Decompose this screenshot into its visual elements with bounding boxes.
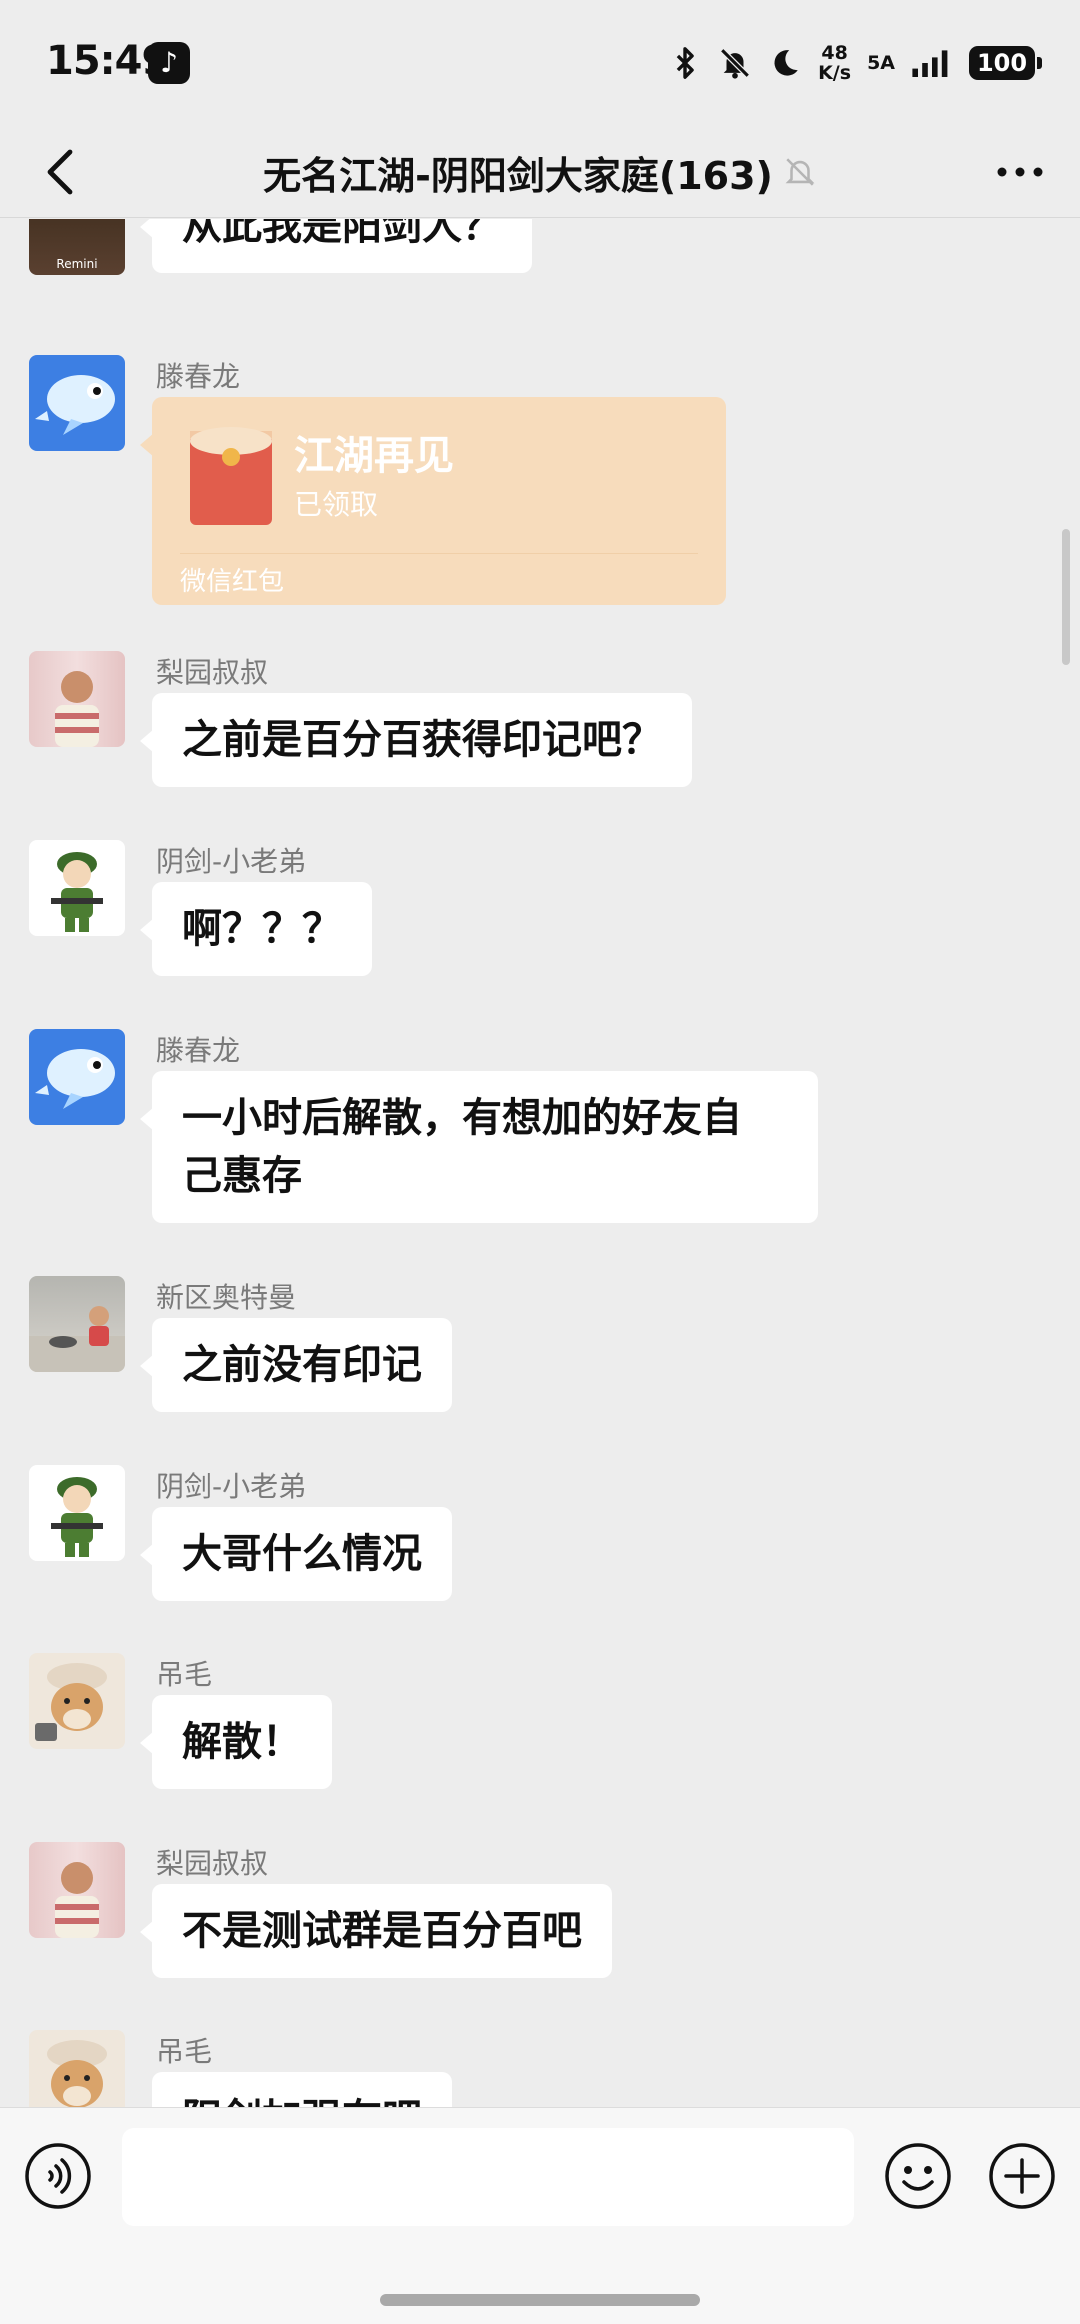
message-bubble[interactable]: 一小时后解散，有想加的好友自 己惠存 [140,1071,818,1223]
message-bubble[interactable]: 大哥什么情况 [140,1507,452,1601]
sender-name: 新区奥特曼 [156,1281,297,1314]
network-speed-value: 48 [821,42,848,64]
red-envelope-icon [190,427,272,525]
chat-message-list[interactable]: Remini 从此我是阳剑人？ 滕春龙 江湖再见 已领取 微信红包 梨园叔叔 之… [0,219,1080,2107]
avatar[interactable] [29,1029,125,1125]
dolphin-avatar-icon [35,1049,115,1109]
message-text-input[interactable] [122,2128,854,2226]
status-bar: 15:49 ♪ 48 K/s 5A 100 [0,0,1080,126]
message-bubble[interactable]: 啊？？？ [140,882,372,976]
dog-avatar-icon [47,2040,107,2107]
smiley-icon [885,2143,951,2209]
tiktok-notification-icon: ♪ [148,42,190,84]
red-packet-footer: 微信红包 [180,567,285,597]
sender-name: 阴剑-小老弟 [156,1470,307,1503]
voice-icon [25,2143,91,2209]
sender-name: 滕春龙 [156,360,241,393]
network-speed: 48 K/s [818,43,851,83]
red-packet-status: 已领取 [294,488,379,521]
signal-bars-icon [912,50,948,77]
soldier-avatar-icon [51,852,103,932]
bell-muted-icon [720,48,750,79]
message-bubble[interactable]: 阳剑加强有吧 [152,2072,452,2107]
muted-bell-icon [785,158,815,186]
plus-icon [989,2143,1055,2209]
chat-title: 无名江湖-阴阳剑大家庭(163) [263,153,773,198]
red-packet-title: 江湖再见 [294,433,454,479]
avatar[interactable] [29,1653,125,1749]
avatar[interactable]: Remini [29,219,125,275]
do-not-disturb-moon-icon [774,50,798,76]
sender-name: 吊毛 [156,2035,213,2068]
scrollbar[interactable] [1062,529,1070,665]
soldier-avatar-icon [51,1477,103,1557]
avatar[interactable] [29,355,125,451]
network-speed-unit: K/s [818,62,852,84]
message-bubble[interactable]: 之前没有印记 [140,1318,452,1412]
sender-name: 梨园叔叔 [156,656,269,689]
dolphin-avatar-icon [35,375,115,435]
avatar[interactable] [29,840,125,936]
signal-label: 5A [867,52,895,74]
voice-input-button[interactable] [24,2142,92,2210]
sender-name: 吊毛 [156,1658,213,1691]
home-indicator[interactable] [380,2294,700,2306]
child-photo-avatar-icon [55,1862,99,1938]
message-input-bar [0,2107,1080,2324]
avatar[interactable] [29,1276,125,1372]
emoji-button[interactable] [884,2142,952,2210]
status-icons: 48 K/s 5A 100 [668,40,1042,86]
message-bubble[interactable]: 从此我是阳剑人？ [140,219,532,273]
battery-level: 100 [969,46,1035,80]
red-packet-divider [180,553,698,554]
sender-name: 滕春龙 [156,1034,241,1067]
message-text-line: 己惠存 [182,1153,302,1199]
bluetooth-icon [676,47,694,79]
child-photo-avatar-icon [55,671,99,747]
message-bubble[interactable]: 解散！ [140,1695,332,1789]
sender-name: 梨园叔叔 [156,1847,269,1880]
message-bubble[interactable]: 之前是百分百获得印记吧？ [140,693,692,787]
message-bubble[interactable]: 不是测试群是百分百吧 [140,1884,612,1978]
avatar[interactable] [29,651,125,747]
red-packet-card[interactable]: 江湖再见 已领取 微信红包 [140,397,726,605]
sender-name: 阴剑-小老弟 [156,845,307,878]
dog-avatar-icon [35,1663,107,1741]
avatar[interactable] [29,1842,125,1938]
more-options-button[interactable] [990,142,1050,202]
kids-photo-avatar-icon [29,1306,125,1372]
more-dots-icon [997,167,1043,177]
chat-header: 无名江湖-阴阳剑大家庭(163) [0,126,1080,218]
avatar[interactable] [29,2030,125,2107]
battery-icon: 100 [969,46,1042,80]
more-actions-button[interactable] [988,2142,1056,2210]
avatar-label: Remini [56,257,98,271]
avatar[interactable] [29,1465,125,1561]
message-text-line: 一小时后解散，有想加的好友自 [182,1095,742,1141]
